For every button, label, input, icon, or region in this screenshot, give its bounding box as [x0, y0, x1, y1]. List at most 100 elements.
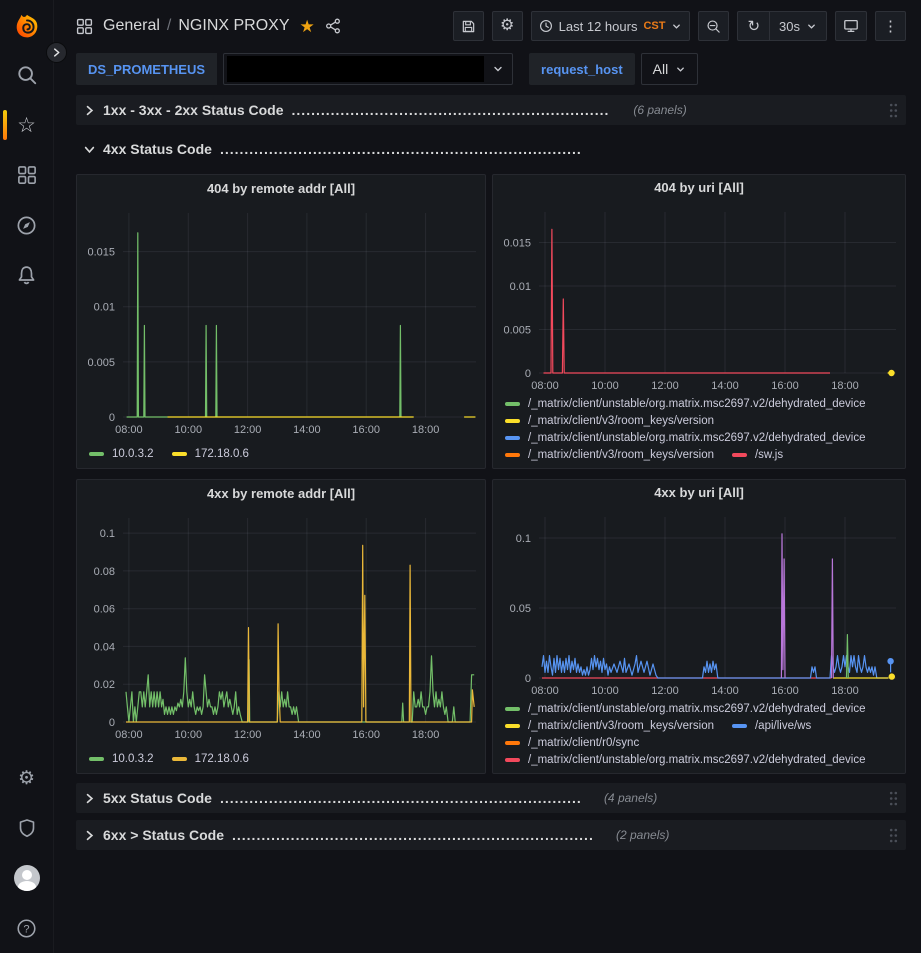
legend-swatch	[505, 724, 520, 728]
avatar	[14, 865, 40, 891]
row-drag-handle[interactable]	[889, 103, 898, 118]
row-drag-handle[interactable]	[889, 828, 898, 843]
time-range-picker[interactable]: Last 12 hours CST	[531, 11, 691, 41]
chart-legend: 10.0.3.2 172.18.0.6	[77, 751, 485, 773]
row-title-dots: ........................................…	[292, 102, 610, 118]
favorite-star-icon[interactable]: ★	[300, 18, 315, 35]
legend-item[interactable]: /_matrix/client/unstable/org.matrix.msc2…	[505, 398, 866, 410]
legend-item[interactable]: /_matrix/client/unstable/org.matrix.msc2…	[505, 432, 866, 444]
legend-swatch	[89, 757, 104, 761]
legend-item[interactable]: 172.18.0.6	[172, 753, 249, 765]
save-dashboard-button[interactable]	[453, 11, 484, 41]
search-icon	[16, 64, 38, 86]
grafana-flame-icon	[12, 12, 42, 42]
sidebar-item-explore[interactable]	[0, 212, 54, 238]
row-drag-handle[interactable]	[889, 791, 898, 806]
apps-grid-icon[interactable]	[76, 18, 93, 35]
row-title: 5xx Status Code	[103, 790, 212, 806]
svg-text:10:00: 10:00	[591, 685, 619, 697]
svg-text:12:00: 12:00	[234, 729, 262, 741]
row-header-4xx[interactable]: 4xx Status Code.........................…	[76, 134, 906, 164]
row-title-dots: ........................................…	[220, 790, 580, 806]
variables-bar: DS_PROMETHEUS request_host All	[76, 53, 906, 85]
legend-item[interactable]: /sw.js	[732, 449, 783, 461]
row-header-5xx[interactable]: 5xx Status Code.........................…	[76, 783, 906, 813]
legend-swatch	[505, 741, 520, 745]
legend-item[interactable]: 10.0.3.2	[89, 753, 154, 765]
row-title: 1xx - 3xx - 2xx Status Code	[103, 102, 284, 118]
chevron-right-icon	[52, 48, 61, 57]
grafana-logo[interactable]	[10, 10, 44, 44]
refresh-interval-dropdown[interactable]: 30s	[769, 12, 826, 40]
time-series-chart[interactable]: 08:0010:0012:0014:0016:0018:0000.0050.01…	[77, 201, 485, 439]
panels-grid: 404 by remote addr [All] 08:0010:0012:00…	[76, 174, 906, 774]
svg-text:0.04: 0.04	[94, 641, 115, 653]
time-range-label: Last 12 hours	[559, 19, 638, 34]
chevron-down-icon	[806, 21, 817, 32]
time-series-chart[interactable]: 08:0010:0012:0014:0016:0018:0000.020.040…	[77, 506, 485, 744]
svg-text:12:00: 12:00	[234, 424, 262, 436]
dashboard-settings-button[interactable]: ⚙	[492, 11, 523, 41]
sidebar-item-starred[interactable]: ☆	[0, 112, 54, 138]
legend-item[interactable]: /_matrix/client/r0/sync	[505, 737, 639, 749]
zoom-out-time-button[interactable]	[698, 11, 729, 41]
row-header-6xx[interactable]: 6xx > Status Code.......................…	[76, 820, 906, 850]
legend-item[interactable]: /_matrix/client/unstable/org.matrix.msc2…	[505, 703, 866, 715]
breadcrumb-dashboard-title[interactable]: NGINX PROXY	[178, 17, 289, 35]
time-series-chart[interactable]: 08:0010:0012:0014:0016:0018:0000.050.1	[493, 505, 905, 701]
panel-404-by-remote-addr: 404 by remote addr [All] 08:0010:0012:00…	[76, 174, 486, 469]
panel-title[interactable]: 404 by remote addr [All]	[77, 175, 485, 201]
sidebar-item-server-admin[interactable]	[0, 815, 54, 841]
drag-dots-icon	[889, 791, 898, 806]
legend-item[interactable]: 10.0.3.2	[89, 448, 154, 460]
sidebar-item-search[interactable]	[0, 62, 54, 88]
svg-text:0: 0	[525, 673, 531, 685]
svg-text:?: ?	[23, 923, 29, 935]
panel-title[interactable]: 404 by uri [All]	[493, 175, 905, 200]
svg-text:10:00: 10:00	[591, 380, 619, 392]
share-icon[interactable]	[325, 18, 341, 34]
variable-value-ds-prometheus[interactable]	[223, 53, 513, 85]
sidebar-item-dashboards[interactable]	[0, 162, 54, 188]
legend-swatch	[505, 453, 520, 457]
panel-title[interactable]: 4xx by remote addr [All]	[77, 480, 485, 506]
row-panel-count: (4 panels)	[604, 791, 657, 805]
sidebar: ☆ ⚙ ?	[0, 0, 54, 953]
sidebar-item-help[interactable]: ?	[0, 915, 54, 941]
clock-icon	[539, 19, 553, 33]
legend-swatch	[505, 402, 520, 406]
svg-text:12:00: 12:00	[651, 380, 679, 392]
more-options-button[interactable]: ⋮	[875, 11, 906, 41]
panel-4xx-by-uri: 4xx by uri [All] 08:0010:0012:0014:0016:…	[492, 479, 906, 774]
svg-text:14:00: 14:00	[293, 424, 321, 436]
chevron-right-icon	[84, 830, 95, 841]
legend-item[interactable]: /api/live/ws	[732, 720, 811, 732]
legend-swatch	[172, 452, 187, 456]
refresh-button[interactable]: ↻	[738, 12, 769, 40]
tv-mode-button[interactable]	[835, 11, 867, 41]
sidebar-item-configuration[interactable]: ⚙	[0, 765, 54, 791]
legend-item[interactable]: /_matrix/client/unstable/org.matrix.msc2…	[505, 754, 866, 766]
breadcrumb-folder[interactable]: General	[103, 17, 160, 35]
svg-text:0: 0	[525, 368, 531, 380]
legend-item[interactable]: /_matrix/client/v3/room_keys/version	[505, 415, 714, 427]
sidebar-item-alerting[interactable]	[0, 262, 54, 288]
svg-text:0.015: 0.015	[503, 238, 531, 250]
save-icon	[461, 19, 476, 34]
panel-title[interactable]: 4xx by uri [All]	[493, 480, 905, 505]
legend-item[interactable]: /_matrix/client/v3/room_keys/version	[505, 449, 714, 461]
chart-legend: /_matrix/client/unstable/org.matrix.msc2…	[493, 701, 905, 773]
svg-text:0.005: 0.005	[503, 325, 531, 337]
legend-item[interactable]: 172.18.0.6	[172, 448, 249, 460]
dashboard-page: General / NGINX PROXY ★	[54, 0, 921, 850]
variable-value-request-host[interactable]: All	[641, 53, 699, 85]
panel-4xx-by-remote-addr: 4xx by remote addr [All] 08:0010:0012:00…	[76, 479, 486, 774]
chevron-down-icon	[492, 63, 504, 75]
sidebar-item-profile[interactable]	[0, 865, 54, 891]
row-header-1xx-3xx-2xx[interactable]: 1xx - 3xx - 2xx Status Code.............…	[76, 95, 906, 125]
chart-legend: /_matrix/client/unstable/org.matrix.msc2…	[493, 396, 905, 468]
time-series-chart[interactable]: 08:0010:0012:0014:0016:0018:0000.0050.01…	[493, 200, 905, 396]
sidebar-expand-button[interactable]	[46, 42, 67, 63]
legend-item[interactable]: /_matrix/client/v3/room_keys/version	[505, 720, 714, 732]
legend-swatch	[505, 758, 520, 762]
